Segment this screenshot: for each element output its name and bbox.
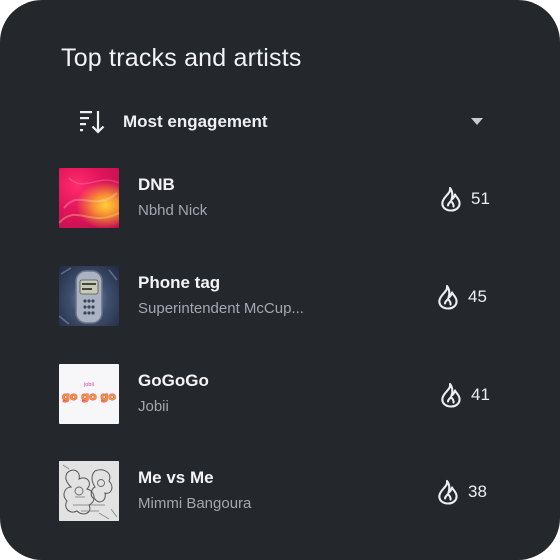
flame-icon (436, 479, 460, 505)
track-row-me-vs-me[interactable]: Me vs Me Mimmi Bangoura 38 (59, 461, 499, 521)
dropdown-caret-icon (471, 118, 483, 125)
svg-text:go go go: go go go (62, 390, 116, 403)
engagement-number: 41 (471, 385, 490, 404)
track-row-gogogo[interactable]: jobii go go go GoGoGo Jobii 41 (59, 364, 499, 424)
flame-icon (436, 284, 460, 310)
engagement-number: 51 (471, 189, 490, 208)
album-cover-image (59, 266, 119, 326)
track-artist: Jobii (138, 398, 169, 415)
track-title: Me vs Me (138, 468, 214, 487)
track-title: Phone tag (138, 273, 221, 292)
album-cover-image: jobii go go go (59, 364, 119, 424)
engagement-count: 38 (436, 479, 487, 505)
sort-label: Most engagement (123, 112, 268, 131)
engagement-count: 41 (439, 382, 490, 408)
top-tracks-card: Top tracks and artists Most engagement D… (0, 0, 560, 560)
card-title: Top tracks and artists (61, 44, 302, 72)
track-row-phone-tag[interactable]: Phone tag Superintendent McCup... 45 (59, 266, 499, 326)
sort-dropdown[interactable]: Most engagement (79, 108, 489, 136)
track-title: GoGoGo (138, 371, 209, 390)
track-row-dnb[interactable]: DNB Nbhd Nick 51 (59, 168, 499, 228)
flame-icon (439, 382, 463, 408)
track-title: DNB (138, 175, 175, 194)
engagement-number: 45 (468, 287, 487, 306)
track-artist: Mimmi Bangoura (138, 495, 252, 512)
album-cover-image (59, 461, 119, 521)
flame-icon (439, 186, 463, 212)
svg-text:jobii: jobii (83, 382, 94, 388)
engagement-count: 45 (436, 284, 487, 310)
sort-descending-icon (79, 109, 107, 135)
track-artist: Superintendent McCup... (138, 300, 304, 317)
album-cover-image (59, 168, 119, 228)
engagement-number: 38 (468, 482, 487, 501)
track-artist: Nbhd Nick (138, 202, 208, 219)
engagement-count: 51 (439, 186, 490, 212)
